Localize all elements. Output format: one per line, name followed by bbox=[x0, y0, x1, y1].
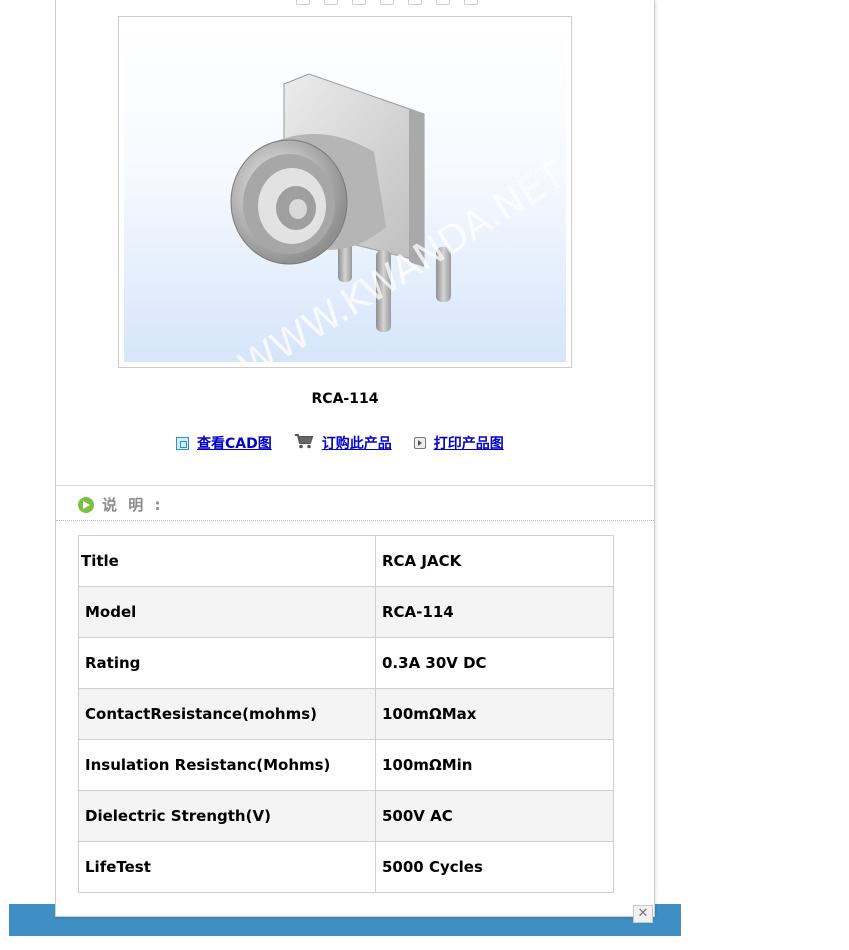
table-row: Dielectric Strength(V) 500V AC bbox=[78, 790, 614, 842]
top-toolbar bbox=[296, 0, 478, 6]
cad-icon bbox=[176, 436, 189, 450]
spec-key: ContactResistance(mohms) bbox=[78, 688, 376, 740]
spec-table: Title RCA JACK Model RCA-114 Rating 0.3A… bbox=[78, 535, 614, 893]
product-title: RCA-114 bbox=[311, 391, 379, 407]
order-product-link[interactable]: 订购此产品 bbox=[322, 433, 392, 453]
toolbar-icon[interactable] bbox=[436, 0, 450, 5]
product-image-frame: WWW.KWANDA.NET bbox=[118, 16, 572, 368]
toolbar-icon[interactable] bbox=[380, 0, 394, 5]
print-product-link[interactable]: 打印产品图 bbox=[434, 433, 504, 453]
table-row: Model RCA-114 bbox=[78, 586, 614, 638]
action-links: 查看CAD图 订购此产品 打印产品图 bbox=[176, 433, 526, 453]
description-heading-text: 说 明 : bbox=[102, 496, 164, 514]
dotted-divider bbox=[56, 520, 654, 521]
spec-key: LifeTest bbox=[78, 841, 376, 893]
spec-value: 5000 Cycles bbox=[375, 841, 614, 893]
spec-value: 0.3A 30V DC bbox=[375, 637, 614, 689]
cart-icon bbox=[294, 433, 314, 453]
table-row: Rating 0.3A 30V DC bbox=[78, 637, 614, 689]
view-cad-action[interactable]: 查看CAD图 bbox=[176, 433, 272, 453]
divider bbox=[56, 485, 654, 486]
toolbar-icon[interactable] bbox=[408, 0, 422, 5]
rca-jack-illustration: WWW.KWANDA.NET bbox=[230, 73, 566, 362]
spec-key: Title bbox=[78, 535, 376, 587]
toolbar-icon[interactable] bbox=[296, 0, 310, 5]
close-icon[interactable]: ✕ bbox=[633, 905, 653, 923]
print-product-action[interactable]: 打印产品图 bbox=[413, 433, 504, 453]
spec-value: 500V AC bbox=[375, 790, 614, 842]
product-panel: WWW.KWANDA.NET RCA-114 查看CAD图 订购此产品 打印产品… bbox=[55, 0, 655, 917]
spec-key: Insulation Resistanc(Mohms) bbox=[78, 739, 376, 791]
table-row: ContactResistance(mohms) 100mΩMax bbox=[78, 688, 614, 740]
table-row: Title RCA JACK bbox=[78, 535, 614, 587]
spec-value: RCA JACK bbox=[375, 535, 614, 587]
table-row: Insulation Resistanc(Mohms) 100mΩMin bbox=[78, 739, 614, 791]
arrow-circle-icon bbox=[78, 496, 94, 513]
toolbar-icon[interactable] bbox=[324, 0, 338, 5]
spec-value: RCA-114 bbox=[375, 586, 614, 638]
table-row: LifeTest 5000 Cycles bbox=[78, 841, 614, 893]
spec-value: 100mΩMin bbox=[375, 739, 614, 791]
description-heading: 说 明 : bbox=[78, 494, 163, 515]
toolbar-icon[interactable] bbox=[352, 0, 366, 5]
spec-key: Dielectric Strength(V) bbox=[78, 790, 376, 842]
view-cad-link[interactable]: 查看CAD图 bbox=[197, 433, 272, 453]
spec-key: Rating bbox=[78, 637, 376, 689]
spec-value: 100mΩMax bbox=[375, 688, 614, 740]
print-icon bbox=[413, 437, 426, 449]
product-image[interactable]: WWW.KWANDA.NET bbox=[124, 22, 566, 362]
spec-key: Model bbox=[78, 586, 376, 638]
toolbar-icon[interactable] bbox=[464, 0, 478, 5]
order-product-action[interactable]: 订购此产品 bbox=[294, 433, 392, 453]
